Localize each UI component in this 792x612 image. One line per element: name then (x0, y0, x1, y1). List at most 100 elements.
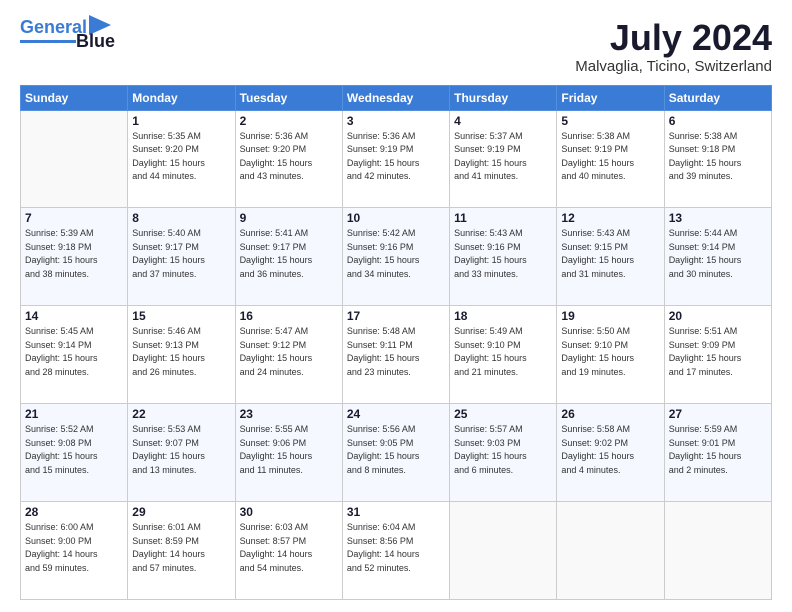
calendar-cell: 2 Sunrise: 5:36 AMSunset: 9:20 PMDaylight… (235, 110, 342, 208)
day-number: 27 (669, 407, 767, 421)
day-info: Sunrise: 5:43 AMSunset: 9:15 PMDaylight:… (561, 227, 659, 281)
day-info: Sunrise: 5:50 AMSunset: 9:10 PMDaylight:… (561, 325, 659, 379)
day-info: Sunrise: 6:00 AMSunset: 9:00 PMDaylight:… (25, 521, 123, 575)
column-header-monday: Monday (128, 85, 235, 110)
day-number: 22 (132, 407, 230, 421)
column-header-saturday: Saturday (664, 85, 771, 110)
page: General Blue July 2024 Malvaglia, Ticino… (0, 0, 792, 612)
day-info: Sunrise: 5:35 AMSunset: 9:20 PMDaylight:… (132, 130, 230, 184)
column-header-tuesday: Tuesday (235, 85, 342, 110)
title-block: July 2024 Malvaglia, Ticino, Switzerland (575, 18, 772, 75)
day-number: 7 (25, 211, 123, 225)
calendar-cell: 21Sunrise: 5:52 AMSunset: 9:08 PMDayligh… (21, 404, 128, 502)
day-number: 3 (347, 114, 445, 128)
column-header-wednesday: Wednesday (342, 85, 449, 110)
column-header-thursday: Thursday (450, 85, 557, 110)
day-number: 16 (240, 309, 338, 323)
day-info: Sunrise: 5:44 AMSunset: 9:14 PMDaylight:… (669, 227, 767, 281)
day-number: 17 (347, 309, 445, 323)
logo: General Blue (20, 18, 115, 50)
calendar-cell: 10 Sunrise: 5:42 AMSunset: 9:16 PMDayligh… (342, 208, 449, 306)
day-number: 29 (132, 505, 230, 519)
day-number: 1 (132, 114, 230, 128)
calendar-cell: 25 Sunrise: 5:57 AMSunset: 9:03 PMDayligh… (450, 404, 557, 502)
day-number: 14 (25, 309, 123, 323)
day-info: Sunrise: 5:36 AMSunset: 9:20 PMDaylight:… (240, 130, 338, 184)
day-number: 13 (669, 211, 767, 225)
day-number: 6 (669, 114, 767, 128)
day-info: Sunrise: 6:04 AMSunset: 8:56 PMDaylight:… (347, 521, 445, 575)
logo-underline (20, 40, 76, 43)
calendar-cell (557, 502, 664, 600)
day-number: 9 (240, 211, 338, 225)
day-info: Sunrise: 5:46 AMSunset: 9:13 PMDaylight:… (132, 325, 230, 379)
day-info: Sunrise: 5:40 AMSunset: 9:17 PMDaylight:… (132, 227, 230, 281)
day-info: Sunrise: 6:03 AMSunset: 8:57 PMDaylight:… (240, 521, 338, 575)
day-number: 26 (561, 407, 659, 421)
calendar-cell: 13 Sunrise: 5:44 AMSunset: 9:14 PMDayligh… (664, 208, 771, 306)
calendar-cell: 30Sunrise: 6:03 AMSunset: 8:57 PMDayligh… (235, 502, 342, 600)
calendar-cell: 8 Sunrise: 5:40 AMSunset: 9:17 PMDaylight… (128, 208, 235, 306)
calendar-cell: 11Sunrise: 5:43 AMSunset: 9:16 PMDayligh… (450, 208, 557, 306)
calendar-cell: 22Sunrise: 5:53 AMSunset: 9:07 PMDayligh… (128, 404, 235, 502)
calendar-cell: 27 Sunrise: 5:59 AMSunset: 9:01 PMDayligh… (664, 404, 771, 502)
calendar-cell: 18Sunrise: 5:49 AMSunset: 9:10 PMDayligh… (450, 306, 557, 404)
logo-blue: Blue (76, 32, 115, 50)
day-info: Sunrise: 5:43 AMSunset: 9:16 PMDaylight:… (454, 227, 552, 281)
calendar-cell: 14Sunrise: 5:45 AMSunset: 9:14 PMDayligh… (21, 306, 128, 404)
day-number: 24 (347, 407, 445, 421)
day-info: Sunrise: 5:36 AMSunset: 9:19 PMDaylight:… (347, 130, 445, 184)
day-info: Sunrise: 5:41 AMSunset: 9:17 PMDaylight:… (240, 227, 338, 281)
calendar-cell (21, 110, 128, 208)
calendar-cell: 4Sunrise: 5:37 AMSunset: 9:19 PMDaylight… (450, 110, 557, 208)
header-row: SundayMondayTuesdayWednesdayThursdayFrid… (21, 85, 772, 110)
calendar-body: 1 Sunrise: 5:35 AMSunset: 9:20 PMDaylight… (21, 110, 772, 599)
calendar-cell: 12 Sunrise: 5:43 AMSunset: 9:15 PMDayligh… (557, 208, 664, 306)
page-subtitle: Malvaglia, Ticino, Switzerland (575, 58, 772, 75)
calendar-cell: 3 Sunrise: 5:36 AMSunset: 9:19 PMDaylight… (342, 110, 449, 208)
day-number: 28 (25, 505, 123, 519)
calendar-cell: 31 Sunrise: 6:04 AMSunset: 8:56 PMDayligh… (342, 502, 449, 600)
calendar-cell: 26Sunrise: 5:58 AMSunset: 9:02 PMDayligh… (557, 404, 664, 502)
day-info: Sunrise: 5:38 AMSunset: 9:19 PMDaylight:… (561, 130, 659, 184)
day-info: Sunrise: 5:59 AMSunset: 9:01 PMDaylight:… (669, 423, 767, 477)
day-info: Sunrise: 6:01 AMSunset: 8:59 PMDaylight:… (132, 521, 230, 575)
calendar-cell: 20 Sunrise: 5:51 AMSunset: 9:09 PMDayligh… (664, 306, 771, 404)
calendar-cell: 17Sunrise: 5:48 AMSunset: 9:11 PMDayligh… (342, 306, 449, 404)
day-info: Sunrise: 5:51 AMSunset: 9:09 PMDaylight:… (669, 325, 767, 379)
day-number: 25 (454, 407, 552, 421)
calendar-table: SundayMondayTuesdayWednesdayThursdayFrid… (20, 85, 772, 600)
column-header-sunday: Sunday (21, 85, 128, 110)
day-info: Sunrise: 5:57 AMSunset: 9:03 PMDaylight:… (454, 423, 552, 477)
day-number: 15 (132, 309, 230, 323)
calendar-week-2: 7 Sunrise: 5:39 AMSunset: 9:18 PMDaylight… (21, 208, 772, 306)
calendar-cell: 24Sunrise: 5:56 AMSunset: 9:05 PMDayligh… (342, 404, 449, 502)
day-info: Sunrise: 5:39 AMSunset: 9:18 PMDaylight:… (25, 227, 123, 281)
day-number: 31 (347, 505, 445, 519)
calendar-week-5: 28 Sunrise: 6:00 AMSunset: 9:00 PMDayligh… (21, 502, 772, 600)
calendar-cell: 19Sunrise: 5:50 AMSunset: 9:10 PMDayligh… (557, 306, 664, 404)
calendar-cell: 7 Sunrise: 5:39 AMSunset: 9:18 PMDaylight… (21, 208, 128, 306)
calendar-cell: 16 Sunrise: 5:47 AMSunset: 9:12 PMDayligh… (235, 306, 342, 404)
calendar-cell: 15 Sunrise: 5:46 AMSunset: 9:13 PMDayligh… (128, 306, 235, 404)
day-number: 2 (240, 114, 338, 128)
calendar-header: SundayMondayTuesdayWednesdayThursdayFrid… (21, 85, 772, 110)
day-number: 8 (132, 211, 230, 225)
day-number: 21 (25, 407, 123, 421)
calendar-cell: 23Sunrise: 5:55 AMSunset: 9:06 PMDayligh… (235, 404, 342, 502)
day-number: 12 (561, 211, 659, 225)
day-info: Sunrise: 5:42 AMSunset: 9:16 PMDaylight:… (347, 227, 445, 281)
day-number: 4 (454, 114, 552, 128)
calendar-week-4: 21Sunrise: 5:52 AMSunset: 9:08 PMDayligh… (21, 404, 772, 502)
day-number: 20 (669, 309, 767, 323)
calendar-cell (664, 502, 771, 600)
day-info: Sunrise: 5:47 AMSunset: 9:12 PMDaylight:… (240, 325, 338, 379)
calendar-cell: 5Sunrise: 5:38 AMSunset: 9:19 PMDaylight… (557, 110, 664, 208)
column-header-friday: Friday (557, 85, 664, 110)
calendar-cell: 29 Sunrise: 6:01 AMSunset: 8:59 PMDayligh… (128, 502, 235, 600)
day-info: Sunrise: 5:38 AMSunset: 9:18 PMDaylight:… (669, 130, 767, 184)
calendar-cell: 1 Sunrise: 5:35 AMSunset: 9:20 PMDaylight… (128, 110, 235, 208)
calendar-cell: 28 Sunrise: 6:00 AMSunset: 9:00 PMDayligh… (21, 502, 128, 600)
calendar-cell (450, 502, 557, 600)
day-number: 10 (347, 211, 445, 225)
